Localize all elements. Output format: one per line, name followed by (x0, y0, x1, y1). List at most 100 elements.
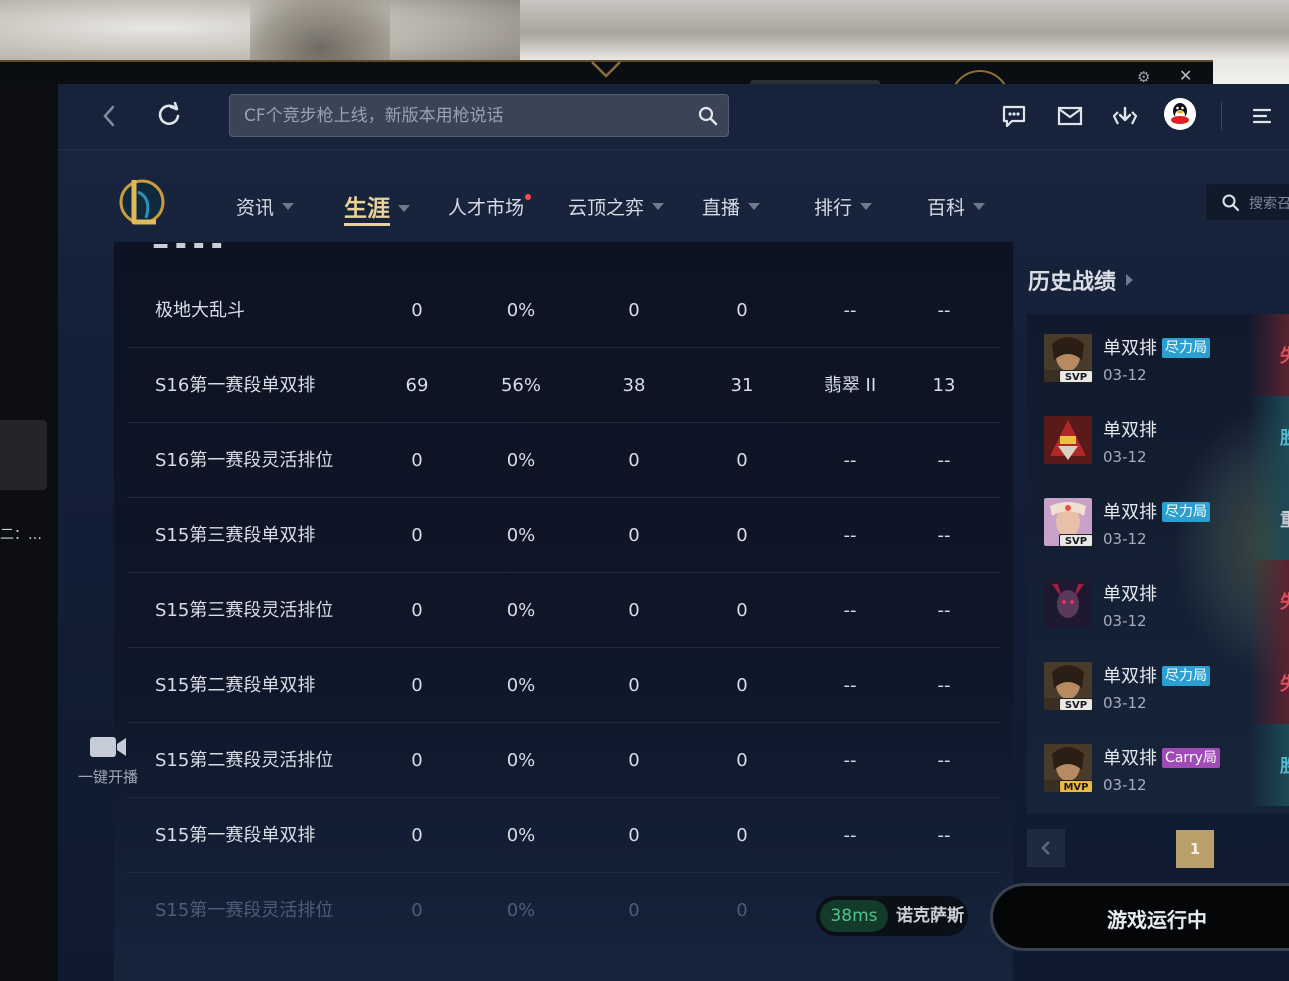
match-mode-text: 单双排 (1103, 420, 1157, 441)
queue-name: S15第三赛段灵活排位 (155, 600, 334, 621)
match-date: 03-12 (1103, 776, 1147, 794)
caret-down-icon (282, 203, 295, 210)
effort-tag: 尽力局 (1162, 502, 1210, 522)
match-result-text: 重 (1280, 506, 1289, 532)
rank-cell: -- (843, 450, 857, 471)
points-cell: -- (937, 525, 951, 546)
match-result: 失 (1249, 314, 1289, 396)
table-row[interactable]: 极地大乱斗 0 0% 0 0 -- -- (127, 273, 1000, 348)
one-key-live-label: 一键开播 (77, 768, 138, 786)
table-row[interactable]: S15第三赛段单双排 0 0% 0 0 -- -- (127, 498, 1000, 573)
notification-dot (525, 194, 532, 200)
pager-page-1[interactable]: 1 (1176, 830, 1214, 868)
back-icon[interactable] (102, 104, 126, 128)
champion-portrait (1044, 580, 1092, 628)
match-item[interactable]: 单双排 03-12 失 (1027, 560, 1289, 642)
nav-item-career[interactable]: 生涯 (344, 189, 410, 226)
points-cell: -- (937, 825, 951, 846)
background-mountain (250, 0, 390, 60)
queue-name: S16第一赛段灵活排位 (155, 450, 334, 471)
refresh-icon[interactable] (156, 102, 182, 128)
rank-cell: -- (843, 600, 857, 621)
wins-cell: 0 (628, 900, 640, 921)
table-row[interactable]: S16第一赛段单双排 69 56% 38 31 翡翠 II 13 (127, 348, 1000, 423)
games-cell: 0 (411, 300, 423, 321)
search-icon[interactable] (698, 106, 718, 126)
table-row[interactable]: S15第三赛段灵活排位 0 0% 0 0 -- -- (127, 573, 1000, 648)
summoner-search[interactable]: 搜索召 (1206, 184, 1289, 220)
match-mode: 单双排 (1103, 416, 1157, 442)
wins-cell: 0 (628, 525, 640, 546)
losses-cell: 31 (730, 375, 754, 396)
nav-item-talent-market[interactable]: 人才市场 (448, 193, 532, 220)
wins-cell: 0 (628, 300, 640, 321)
points-cell: 13 (932, 375, 956, 396)
table-row[interactable]: S16第一赛段灵活排位 0 0% 0 0 -- -- (127, 423, 1000, 498)
match-mode-text: 单双排 (1103, 748, 1157, 769)
search-input[interactable] (244, 95, 684, 136)
losses-cell: 0 (736, 675, 748, 696)
losses-cell: 0 (736, 300, 748, 321)
table-row[interactable]: S15第二赛段灵活排位 0 0% 0 0 -- -- (127, 723, 1000, 798)
nav-item-live[interactable]: 直播 (702, 193, 761, 220)
toolbar-divider (1221, 102, 1222, 130)
queue-name: S15第二赛段灵活排位 (155, 750, 334, 771)
server-name: 诺克萨斯 (896, 906, 964, 926)
match-item[interactable]: MVP 单双排Carry局 03-12 胜 (1027, 724, 1289, 806)
match-item[interactable]: SVP 单双排尽力局 03-12 失 (1027, 314, 1289, 396)
pager-prev-button[interactable] (1027, 829, 1065, 867)
games-cell: 0 (411, 900, 423, 921)
match-item[interactable]: SVP 单双排尽力局 03-12 失 (1027, 642, 1289, 724)
caret-down-icon (398, 205, 410, 212)
caret-down-icon (748, 203, 761, 210)
nav-item-news[interactable]: 资讯 (236, 193, 295, 220)
game-running-button[interactable]: 游戏运行中 (990, 883, 1289, 951)
winrate-cell: 0% (506, 600, 536, 621)
match-mode: 单双排 尽力局 (1103, 662, 1210, 688)
table-row[interactable]: S15第二赛段单双排 0 0% 0 0 -- -- (127, 648, 1000, 723)
qq-avatar[interactable] (1164, 98, 1196, 130)
winrate-cell: 0% (506, 450, 536, 471)
winrate-cell: 0% (506, 900, 536, 921)
games-cell: 0 (411, 525, 423, 546)
match-result-text: 失 (1280, 670, 1289, 696)
screen: ⚙ ✕ 二：… CF个竞步枪上线，新版本用枪说话 资讯 生涯 人才市场 云顶之弈… (0, 0, 1289, 981)
nav-item-ranking[interactable]: 排行 (814, 193, 873, 220)
match-result-text: 胜 (1280, 424, 1289, 450)
chat-icon[interactable] (1000, 102, 1028, 130)
match-item[interactable]: 单双排 03-12 胜 (1027, 396, 1289, 478)
match-result-text: 失 (1280, 342, 1289, 368)
match-mode-text: 单双排 (1103, 666, 1157, 687)
match-item[interactable]: SVP 单双排尽力局 03-12 重 (1027, 478, 1289, 560)
svp-badge: SVP (1059, 534, 1093, 547)
match-result: 失 (1249, 642, 1289, 724)
games-cell: 0 (411, 600, 423, 621)
wins-cell: 0 (628, 750, 640, 771)
close-icon[interactable]: ✕ (1179, 66, 1192, 85)
match-result: 胜 (1249, 396, 1289, 478)
rank-cell: -- (843, 525, 857, 546)
top-toolbar (58, 84, 1289, 150)
winrate-cell: 0% (506, 300, 536, 321)
nav-item-wiki[interactable]: 百科 (927, 193, 986, 220)
match-mode: 单双排 尽力局 (1103, 334, 1210, 360)
games-cell: 0 (411, 750, 423, 771)
match-mode-text: 单双排 (1103, 338, 1157, 359)
nav-item-tft[interactable]: 云顶之弈 (568, 193, 665, 220)
match-result-text: 胜 (1280, 752, 1289, 778)
wegame-window: 资讯 生涯 人才市场 云顶之弈 直播 排行 百科 搜索召 (58, 84, 1289, 981)
match-history-title[interactable]: 历史战绩 (1028, 264, 1134, 296)
menu-icon[interactable] (1252, 106, 1272, 126)
mail-icon[interactable] (1056, 102, 1084, 130)
summoner-search-placeholder: 搜索召 (1249, 196, 1289, 212)
one-key-live-button[interactable]: 一键开播 (68, 734, 148, 787)
table-row[interactable]: S15第一赛段单双排 0 0% 0 0 -- -- (127, 798, 1000, 873)
left-panel-card[interactable] (0, 420, 47, 490)
winrate-cell: 0% (506, 525, 536, 546)
wins-cell: 0 (628, 675, 640, 696)
lol-logo[interactable] (116, 174, 168, 230)
download-icon[interactable] (1111, 102, 1139, 130)
match-date: 03-12 (1103, 448, 1147, 466)
server-status[interactable]: 38ms 诺克萨斯 (816, 896, 968, 936)
match-date: 03-12 (1103, 366, 1147, 384)
